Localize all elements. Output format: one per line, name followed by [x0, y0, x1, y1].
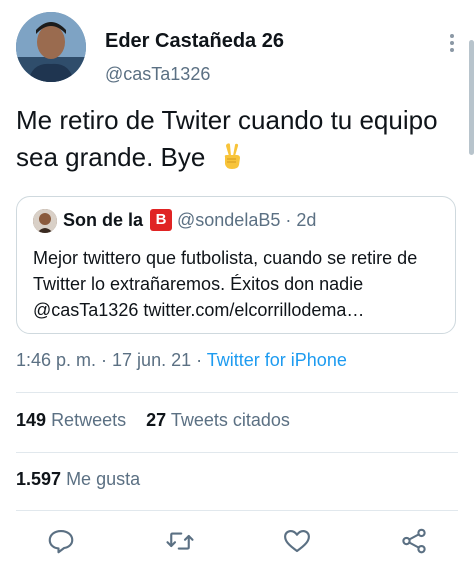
quoted-tweet[interactable]: Son de la B @sondelaB5 · 2d Mejor twitte…: [16, 196, 456, 334]
likes-label[interactable]: Me gusta: [66, 469, 140, 489]
quoted-author-avatar: [33, 209, 57, 233]
divider: [16, 452, 458, 453]
quoted-author-badge: B: [150, 209, 172, 231]
tweet-header: Eder Castañeda 26 @casTa1326: [16, 12, 458, 87]
tweet-metadata: 1:46 p. m. · 17 jun. 21 · Twitter for iP…: [16, 350, 347, 371]
scrollbar[interactable]: [469, 40, 474, 155]
like-icon[interactable]: [282, 526, 312, 556]
tweet-stats: 149 Retweets 27 Tweets citados: [16, 410, 290, 431]
tweet-text: Me retiro de Twiter cuando tu equipo sea…: [16, 102, 456, 176]
tweet-source-link[interactable]: Twitter for iPhone: [207, 350, 347, 370]
author-avatar[interactable]: [16, 12, 86, 82]
quoted-author-name: Son de la: [63, 210, 144, 230]
author-name[interactable]: Eder Castañeda 26: [105, 30, 284, 53]
likes-count[interactable]: 1.597: [16, 469, 61, 489]
retweets-label[interactable]: Retweets: [51, 410, 126, 430]
divider: [16, 510, 458, 511]
tweet-timestamp: 1:46 p. m. · 17 jun. 21 ·: [16, 350, 207, 370]
author-handle[interactable]: @casTa1326: [105, 64, 210, 85]
quote-tweets-label[interactable]: Tweets citados: [171, 410, 290, 430]
retweet-icon[interactable]: [165, 526, 195, 556]
reply-icon[interactable]: [46, 526, 76, 556]
share-icon[interactable]: [399, 526, 429, 556]
more-options-icon[interactable]: [448, 34, 456, 54]
divider: [16, 392, 458, 393]
retweets-count[interactable]: 149: [16, 410, 46, 430]
quoted-tweet-text: Mejor twittero que futbolista, cuando se…: [33, 248, 418, 320]
likes-stats: 1.597 Me gusta: [16, 469, 140, 490]
tweet-actions-bar: [0, 520, 474, 564]
victory-hand-emoji: [224, 143, 240, 169]
quoted-author-handle: @sondelaB5 · 2d: [177, 210, 317, 230]
quote-tweets-count[interactable]: 27: [146, 410, 166, 430]
